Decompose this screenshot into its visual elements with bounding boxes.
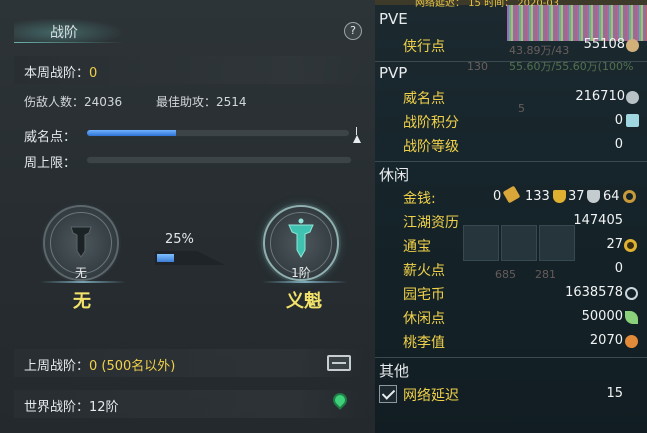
leisure-item-label: 通宝 [403,239,431,255]
bg-count-text: 281 [535,268,556,281]
weekly-cap-label: 周上限： [24,156,77,171]
last-week-value: 0 (500名以外) [89,359,176,374]
bg-item-slot [539,225,575,261]
next-rank-emblem[interactable]: 1阶 [263,205,339,281]
pvp-item-label: 威名点 [403,91,445,107]
next-rank-caption: 1阶 [291,266,311,280]
gourd-icon [625,335,638,348]
leaf-icon [625,311,638,324]
help-icon[interactable]: ? [344,22,362,40]
leisure-item-value: 147405 [573,213,623,228]
leisure-item-label: 薪火点 [403,263,445,279]
silver-ingot-icon [587,190,600,203]
pvp-item-value: 0 [614,137,623,152]
money-value-1: 133 [525,189,550,204]
world-rank-label: 世界战阶： [24,400,90,415]
money-label: 金钱: [403,191,436,207]
pvp-item-value: 0 [614,113,623,128]
helmet-icon [626,91,639,104]
pvp-item-label: 战阶积分 [403,115,459,131]
coin-icon [624,239,637,252]
section-divider [375,357,647,358]
money-value-2: 37 [568,189,585,204]
leisure-item-label: 江湖资历 [403,215,459,231]
rank-progress-arrow [155,251,225,269]
leisure-item-label: 园宅币 [403,287,445,303]
chest-icon[interactable] [327,355,351,371]
latency-value: 15 [606,386,623,401]
next-rank-name: 义魁 [286,291,322,312]
leisure-item-value: 27 [606,237,623,252]
latency-label: 网络延迟 [403,388,459,404]
bg-item-slot [501,225,537,261]
current-rank-emblem[interactable]: 无 [43,205,119,281]
pvp-item-value: 216710 [575,89,625,104]
rank-panel: 战阶 ? 本周战阶：0 伤敌人数：24036 最佳助攻：2514 威名点： 周上… [0,0,375,433]
pve-item-value: 55108 [583,37,625,52]
weekly-cap-bar [86,156,352,164]
bg-item-slot [463,225,499,261]
prestige-cap-marker-icon [353,127,361,143]
best-assist: 最佳助攻：2514 [156,95,247,109]
rank-progress-percent: 25% [165,232,194,247]
pvp-item-label: 战阶等级 [403,139,459,155]
money-value-3: 64 [603,189,620,204]
leisure-item-value: 2070 [589,333,623,348]
leisure-item-value: 50000 [581,309,623,324]
pve-item-label: 侠行点 [403,39,445,55]
gold-bar-icon [502,185,521,204]
header-underline [14,42,124,43]
world-rank-value: 12阶 [89,400,119,415]
prestige-label: 威名点： [24,130,77,145]
currency-panel: 网络延迟： 15 时间： 2020-03 43.89万/43 55.60万/55… [375,0,647,433]
leisure-item-value: 1638578 [565,285,623,300]
panel-title: 战阶 [50,25,78,41]
last-week-rank: 上周战阶：0 (500名以外) [24,355,175,374]
sword-icon [626,39,639,52]
weekly-rank-value: 0 [89,66,98,81]
weekly-rank-label-text: 本周战阶： [24,66,90,81]
latency-checkbox[interactable] [379,385,397,403]
last-week-label: 上周战阶： [24,359,90,374]
section-divider [375,161,647,162]
current-rank-gleam [40,281,126,283]
leisure-item-value: 0 [614,261,623,276]
progress-fill [157,254,174,262]
pvp-section-title: PVP [379,64,408,82]
money-value-0: 0 [493,189,502,204]
crystal-icon [626,114,639,127]
leisure-item-label: 休闲点 [403,311,445,327]
other-section-title: 其他 [379,362,410,380]
current-rank-name: 无 [73,291,91,312]
current-rank-caption: 无 [74,266,87,280]
prestige-bar [86,129,350,137]
bg-five-text: 5 [518,102,525,115]
copper-coin-icon [623,190,636,203]
panel-header: 战阶 ? [0,0,375,44]
weekly-rank-label: 本周战阶：0 [24,62,97,81]
leisure-section-title: 休闲 [379,166,410,184]
gold-ingot-icon [553,190,566,203]
leisure-item-label: 桃李值 [403,335,445,351]
g-coin-icon [625,287,638,300]
bg-hp-text: 43.89万/43 [509,44,570,57]
kill-count: 伤敌人数：24036 [24,95,123,109]
next-rank-gleam [262,281,348,283]
world-rank: 世界战阶：12阶 [24,396,119,415]
section-divider [375,61,647,62]
prestige-bar-fill [87,130,177,136]
bg-count-text: 685 [495,268,516,281]
pve-section-title: PVE [379,10,408,28]
